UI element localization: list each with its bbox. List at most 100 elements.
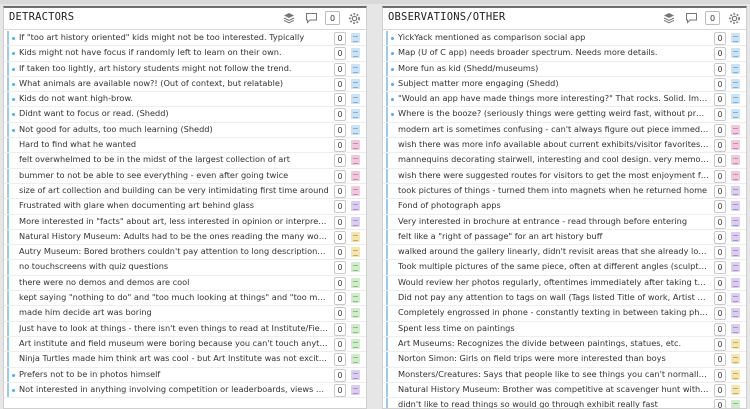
list-item[interactable]: Spent less time on paintings 0 (383, 321, 746, 337)
note-icon[interactable] (731, 216, 740, 227)
list-item[interactable]: didn't like to read things so would go t… (383, 398, 746, 408)
list-item[interactable]: size of art collection and building can … (4, 183, 366, 200)
item-card[interactable]: More fun as kid (Shedd/museums) (386, 61, 711, 76)
item-card[interactable]: didn't like to read things so would go t… (386, 398, 711, 408)
item-card[interactable]: Spent less time on paintings (386, 321, 711, 336)
item-card[interactable]: there were no demos and demos are cool (7, 275, 331, 291)
item-card[interactable]: mannequins decorating stairwell, interes… (386, 153, 711, 168)
note-icon[interactable] (351, 338, 360, 349)
comment-icon[interactable] (683, 10, 699, 26)
note-icon[interactable] (731, 140, 740, 151)
item-card[interactable]: walked around the gallery linearly, didn… (386, 245, 711, 260)
list-item[interactable]: Did not pay any attention to tags on wal… (383, 291, 746, 307)
list-item[interactable]: Map (U of C app) needs broader spectrum.… (383, 46, 746, 62)
note-icon[interactable] (731, 185, 740, 196)
list-item[interactable]: Not interested in anything involving com… (4, 382, 366, 399)
list-item[interactable]: Just have to look at things - there isn'… (4, 321, 366, 337)
list-item[interactable]: More interested in "facts" about art, le… (4, 214, 366, 230)
item-card[interactable]: felt like a "right of passage" for an ar… (386, 229, 711, 245)
item-card[interactable]: Completely engrossed in phone - constant… (386, 306, 711, 321)
note-icon[interactable] (731, 48, 740, 59)
item-card[interactable]: What animals are available now?! (Out of… (7, 76, 331, 92)
item-card[interactable]: Subject matter more engaging (Shedd) (386, 76, 711, 92)
note-icon[interactable] (731, 201, 740, 212)
list-item[interactable]: bummer to not be able to see everything … (4, 168, 366, 184)
list-item[interactable]: What animals are available now?! (Out of… (4, 76, 366, 93)
note-icon[interactable] (351, 185, 360, 196)
list-item[interactable]: Norton Simon: Girls on field trips were … (383, 352, 746, 368)
list-item[interactable]: Prefers not to be in photos himself 0 (4, 367, 366, 383)
item-card[interactable]: Autry Museum: Bored brothers couldn't pa… (7, 245, 331, 260)
list-item[interactable]: Where is the booze? (seriously things we… (383, 107, 746, 123)
list-item[interactable]: there were no demos and demos are cool 0 (4, 275, 366, 292)
list-item[interactable]: Fond of photograph apps 0 (383, 199, 746, 215)
item-card[interactable]: bummer to not be able to see everything … (7, 168, 331, 183)
list-item[interactable]: Art institute and field museum were bori… (4, 336, 366, 353)
gear-icon[interactable] (726, 10, 742, 26)
note-icon[interactable] (731, 63, 740, 74)
note-icon[interactable] (351, 216, 360, 227)
note-icon[interactable] (351, 323, 360, 334)
list-item[interactable]: wish there was more info available about… (383, 138, 746, 154)
item-card[interactable]: Map (U of C app) needs broader spectrum.… (386, 46, 711, 61)
note-icon[interactable] (731, 78, 740, 89)
item-card[interactable]: Kids do not want high-brow. (7, 92, 331, 107)
note-icon[interactable] (731, 170, 740, 181)
note-icon[interactable] (731, 384, 740, 395)
note-icon[interactable] (731, 247, 740, 258)
item-card[interactable]: Where is the booze? (seriously things we… (386, 107, 711, 122)
note-icon[interactable] (351, 124, 360, 135)
list-item[interactable]: Hard to find what he wanted 0 (4, 138, 366, 154)
note-icon[interactable] (351, 354, 360, 365)
note-icon[interactable] (351, 63, 360, 74)
item-card[interactable]: If taken too lightly, art history studen… (7, 61, 331, 76)
item-card[interactable]: took pictures of things - turned them in… (386, 183, 711, 199)
item-card[interactable]: YickYack mentioned as comparison social … (386, 31, 711, 46)
item-card[interactable]: Took multiple pictures of the same piece… (386, 260, 711, 275)
note-icon[interactable] (731, 155, 740, 166)
note-icon[interactable] (351, 384, 360, 395)
item-card[interactable]: modern art is sometimes confusing - can'… (386, 122, 711, 138)
list-item[interactable]: felt like a "right of passage" for an ar… (383, 229, 746, 246)
list-item[interactable]: Subject matter more engaging (Shedd) 0 (383, 76, 746, 93)
item-card[interactable]: made him decide art was boring (7, 306, 331, 321)
item-card[interactable]: Just have to look at things - there isn'… (7, 321, 331, 336)
list-item[interactable]: "Would an app have made things more inte… (383, 92, 746, 108)
list-item[interactable]: Autry Museum: Bored brothers couldn't pa… (4, 245, 366, 261)
item-card[interactable]: Monsters/Creatures: Says that people lik… (386, 367, 711, 382)
list-item[interactable]: Monsters/Creatures: Says that people lik… (383, 367, 746, 383)
note-icon[interactable] (731, 338, 740, 349)
comment-icon[interactable] (303, 10, 319, 26)
item-card[interactable]: kept saying "nothing to do" and "too muc… (7, 291, 331, 306)
item-card[interactable]: wish there was more info available about… (386, 138, 711, 153)
note-icon[interactable] (351, 293, 360, 304)
list-item[interactable]: kept saying "nothing to do" and "too muc… (4, 291, 366, 307)
stack-icon[interactable] (281, 10, 297, 26)
list-item[interactable]: Kids do not want high-brow. 0 (4, 92, 366, 108)
item-card[interactable]: Art Museums: Recognizes the divide betwe… (386, 336, 711, 352)
item-card[interactable]: Natural History Museum: Adults had to be… (7, 229, 331, 245)
list-item[interactable]: mannequins decorating stairwell, interes… (383, 153, 746, 169)
item-card[interactable]: Ninja Turtles made him think art was coo… (7, 352, 331, 367)
note-icon[interactable] (351, 109, 360, 120)
list-item[interactable]: wish there were suggested routes for vis… (383, 168, 746, 184)
list-item[interactable]: More fun as kid (Shedd/museums) 0 (383, 61, 746, 77)
item-card[interactable]: size of art collection and building can … (7, 183, 331, 199)
item-card[interactable]: Very interested in brochure at entrance … (386, 214, 711, 229)
list-item[interactable]: took pictures of things - turned them in… (383, 183, 746, 200)
note-icon[interactable] (351, 369, 360, 380)
list-item[interactable]: no touchscreens with quiz questions 0 (4, 260, 366, 276)
note-icon[interactable] (351, 231, 360, 242)
note-icon[interactable] (351, 308, 360, 319)
note-icon[interactable] (731, 262, 740, 273)
note-icon[interactable] (351, 94, 360, 105)
item-card[interactable]: Natural History Museum: Brother was comp… (386, 382, 711, 398)
list-item[interactable]: Kids might not have focus if randomly le… (4, 46, 366, 62)
note-icon[interactable] (731, 354, 740, 365)
note-icon[interactable] (351, 201, 360, 212)
list-item[interactable]: Natural History Museum: Brother was comp… (383, 382, 746, 399)
note-icon[interactable] (731, 369, 740, 380)
list-item[interactable]: modern art is sometimes confusing - can'… (383, 122, 746, 139)
note-icon[interactable] (731, 308, 740, 319)
note-icon[interactable] (731, 33, 740, 43)
